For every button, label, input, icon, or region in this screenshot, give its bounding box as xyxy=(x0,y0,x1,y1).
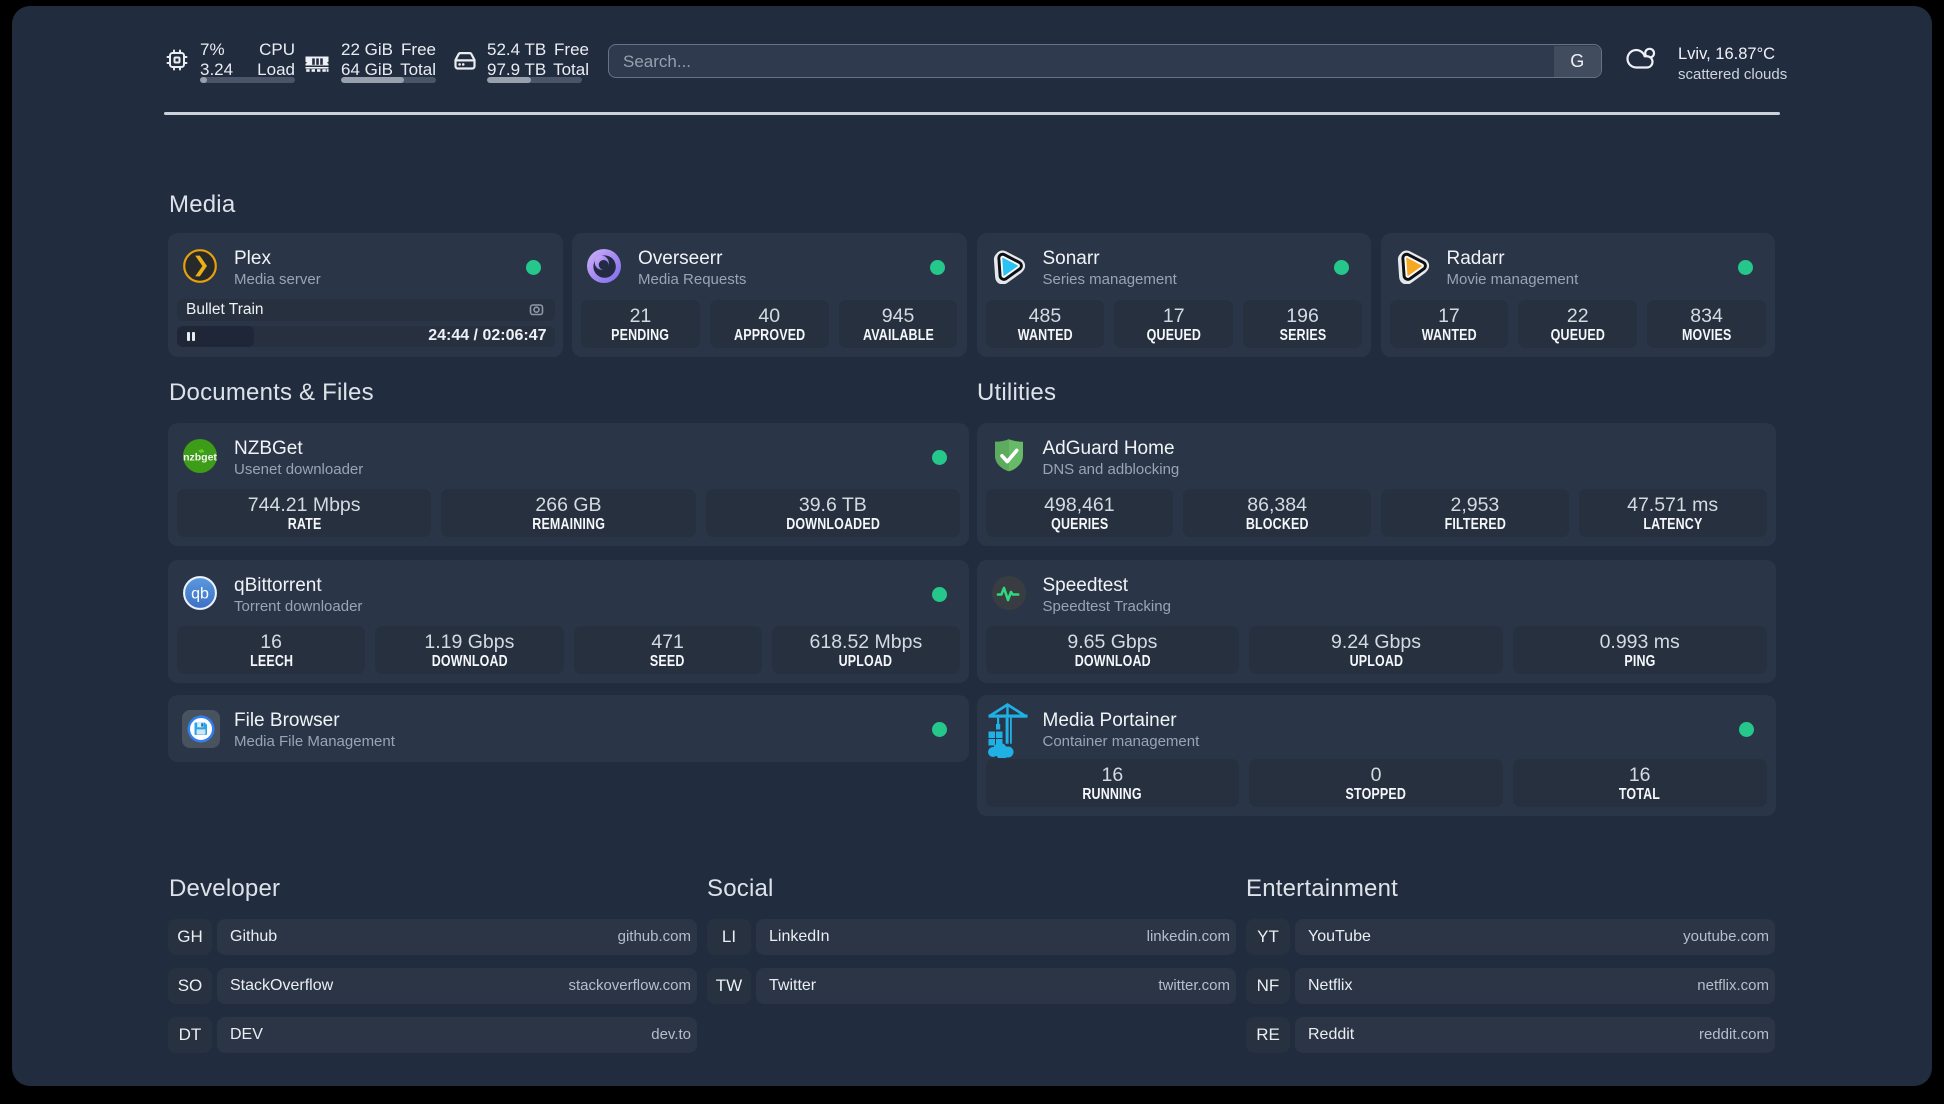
svg-text:nzbget: nzbget xyxy=(183,452,217,464)
svg-text:qb: qb xyxy=(191,586,209,603)
